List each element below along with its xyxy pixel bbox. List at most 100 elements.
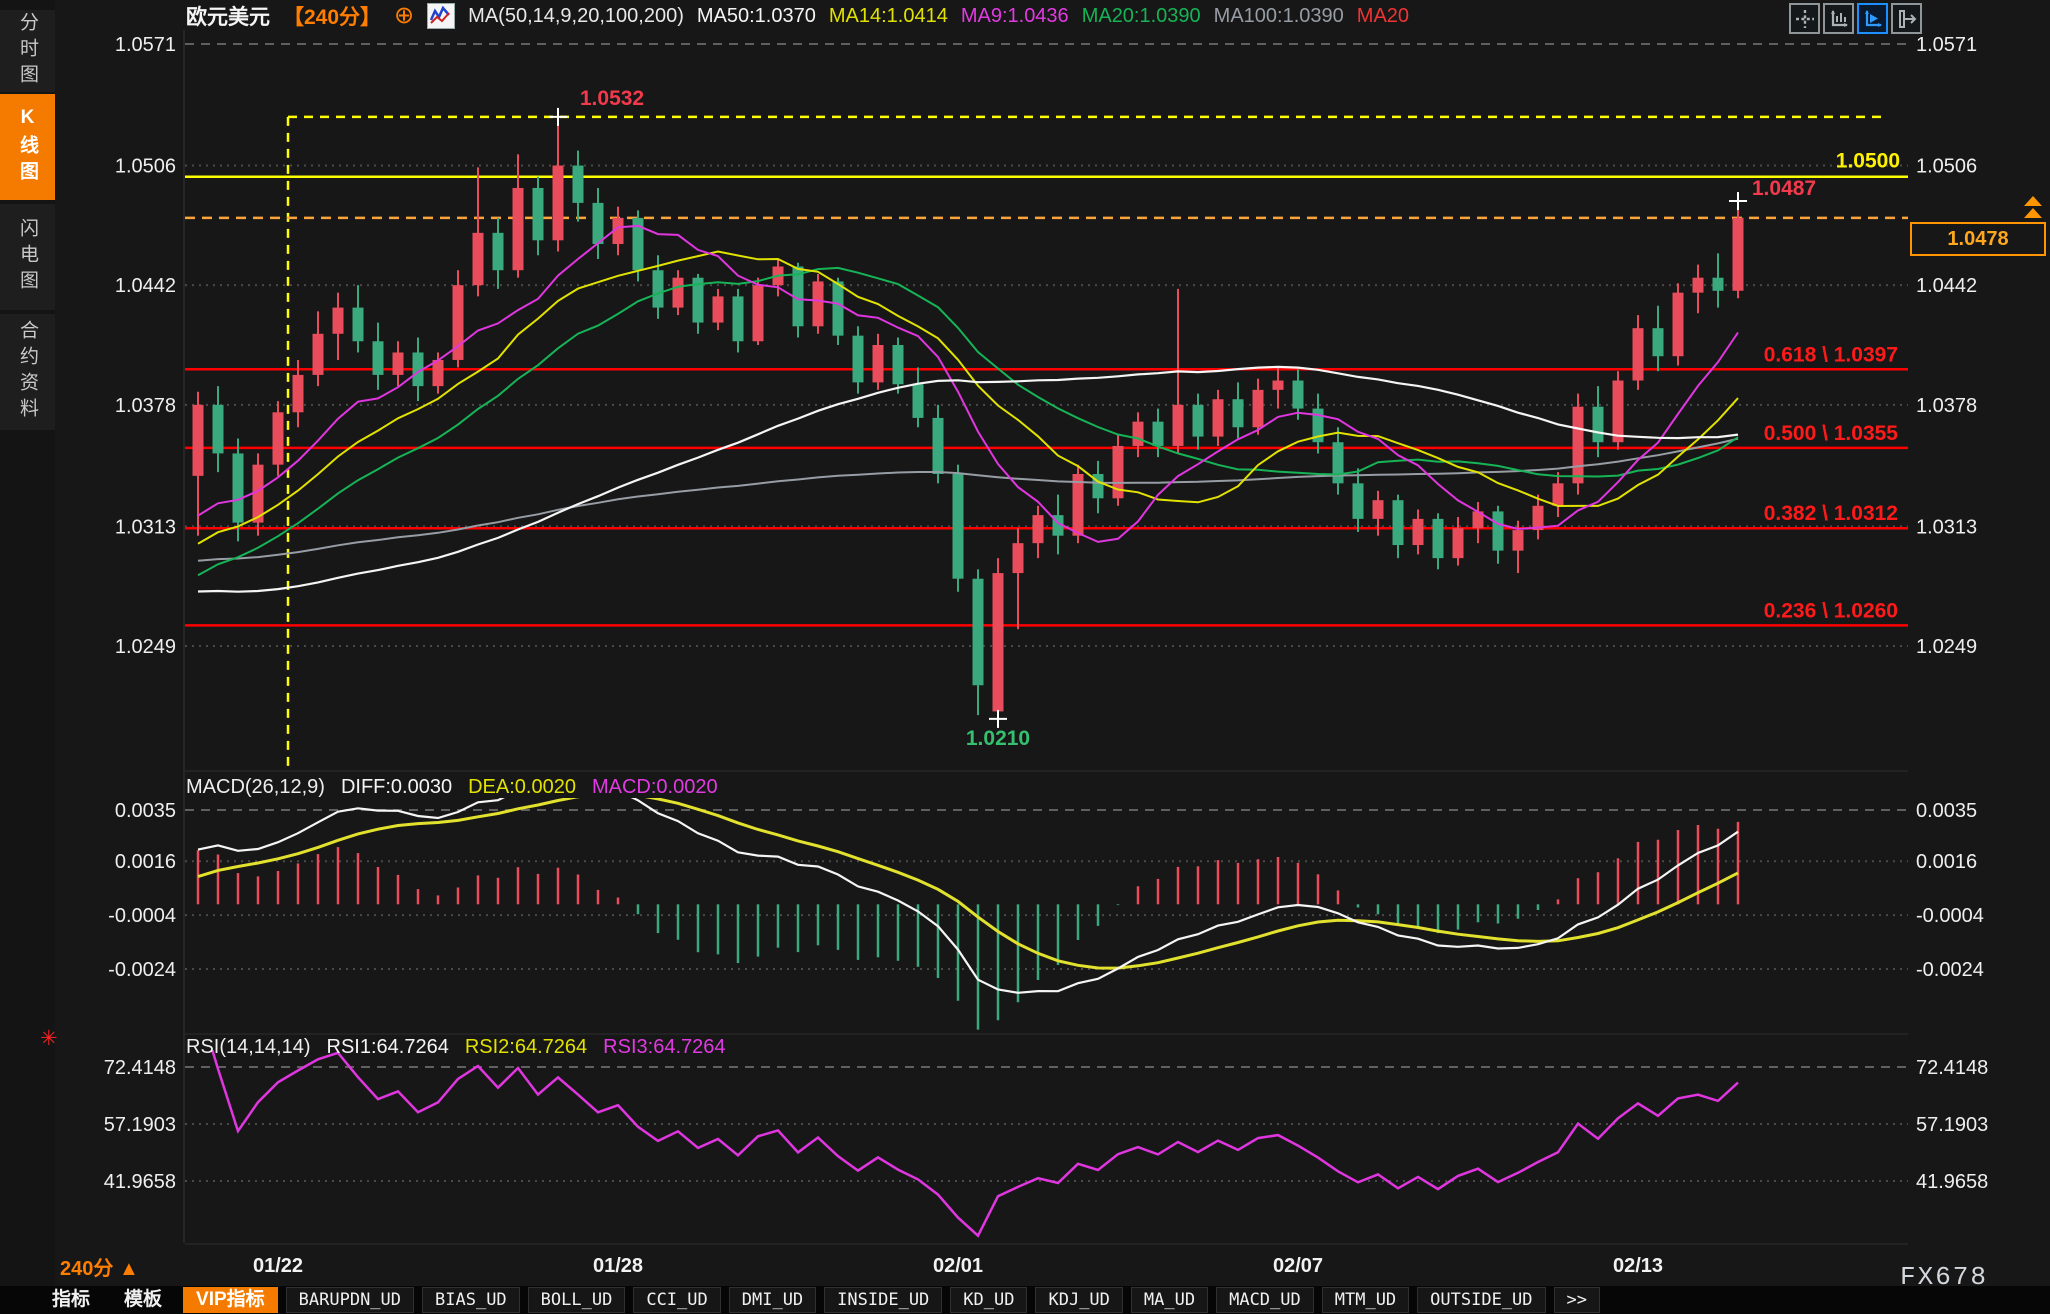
macd-axis-label-right: 0.0016 [1916, 851, 1977, 873]
candle-body [853, 336, 864, 383]
alert-icon[interactable]: ✳ [40, 1026, 58, 1051]
candle-body [1273, 381, 1284, 390]
macd-axis-label-left: -0.0024 [108, 959, 176, 981]
fib-label: 0.500 \ 1.0355 [1764, 422, 1899, 445]
footer-period-marker-icon: ▲ [119, 1258, 139, 1280]
date-axis-label: 02/07 [1273, 1255, 1323, 1277]
candle-body [473, 233, 484, 285]
rsi-axis-label-left: 57.1903 [104, 1114, 176, 1136]
candle-body [1713, 278, 1724, 291]
candle-body [573, 166, 584, 203]
price-axis-label-left: 1.0506 [115, 156, 176, 178]
tab-BARUPDN_UD[interactable]: BARUPDN_UD [286, 1287, 414, 1313]
price-axis-label-right: 1.0442 [1916, 275, 1977, 297]
tab->>[interactable]: >> [1554, 1287, 1600, 1313]
macd-axis-label-left: -0.0004 [108, 905, 176, 927]
tab-KDJ_UD[interactable]: KDJ_UD [1035, 1287, 1122, 1313]
ma100-line [198, 439, 1738, 561]
rsi1-value: RSI1:64.7264 [327, 1036, 449, 1059]
diff-line [198, 782, 1738, 993]
candle-body [1413, 519, 1424, 545]
fib-label: 0.382 \ 1.0312 [1764, 502, 1898, 525]
rsi-axis-label-right: 41.9658 [1916, 1171, 1988, 1193]
tab-DMI_UD[interactable]: DMI_UD [729, 1287, 816, 1313]
candle-body [1233, 399, 1244, 427]
date-axis-label: 02/13 [1613, 1255, 1663, 1277]
date-axis-label: 01/28 [593, 1255, 643, 1277]
price-axis-label-right: 1.0378 [1916, 395, 1977, 417]
candle-body [1653, 328, 1664, 356]
tab-指标[interactable]: 指标 [39, 1287, 103, 1313]
ma14-line [198, 252, 1738, 544]
tab-模板[interactable]: 模板 [111, 1287, 175, 1313]
tab-MA_UD[interactable]: MA_UD [1131, 1287, 1208, 1313]
rsi-axis-label-right: 72.4148 [1916, 1057, 1988, 1079]
candle-body [533, 188, 544, 240]
candle-body [1133, 422, 1144, 446]
macd-axis-label-right: -0.0024 [1916, 959, 1984, 981]
rsi-title: RSI(14,14,14) [186, 1036, 311, 1059]
fib-label: 0.236 \ 1.0260 [1764, 599, 1898, 622]
macd-dea-value: DEA:0.0020 [468, 776, 576, 799]
price-up-arrow-icon [2024, 196, 2042, 206]
candle-body [393, 352, 404, 374]
price-axis-label-left: 1.0249 [115, 636, 176, 658]
candle-body [213, 405, 224, 454]
footer-period-label: 240分 [60, 1258, 113, 1280]
fx-chart-app: 分时图 K线图 闪电图 合约资料 欧元美元 【240分】 ⊕ MA(50,14,… [0, 0, 2050, 1314]
candle-body [293, 375, 304, 412]
candle-body [1373, 500, 1384, 519]
tab-BOLL_UD[interactable]: BOLL_UD [528, 1287, 626, 1313]
tab-MTM_UD[interactable]: MTM_UD [1322, 1287, 1409, 1313]
last-high-price-label: 1.0487 [1752, 177, 1816, 200]
candle-body [493, 233, 504, 270]
tab-BIAS_UD[interactable]: BIAS_UD [422, 1287, 520, 1313]
candle-body [1153, 422, 1164, 446]
candle-body [1353, 483, 1364, 519]
tab-VIP指标[interactable]: VIP指标 [183, 1287, 278, 1313]
tab-CCI_UD[interactable]: CCI_UD [633, 1287, 720, 1313]
candle-body [1573, 407, 1584, 484]
candle-body [273, 412, 284, 464]
candle-body [333, 308, 344, 334]
candle-body [1453, 528, 1464, 558]
candle-body [373, 341, 384, 375]
candle-body [313, 334, 324, 375]
indicator-tabbar: 指标模板 VIP指标 BARUPDN_UD BIAS_UD BOLL_UD CCI_UD D… [0, 1286, 2050, 1314]
resistance-label: 1.0500 [1836, 150, 1900, 173]
candle-body [753, 285, 764, 341]
price-axis-label-right: 1.0506 [1916, 156, 1977, 178]
candle-body [1173, 405, 1184, 446]
current-price-badge: 1.0478 [1910, 222, 2046, 256]
macd-diff-value: DIFF:0.0030 [341, 776, 452, 799]
macd-axis-label-left: 0.0016 [115, 851, 176, 873]
tab-KD_UD[interactable]: KD_UD [950, 1287, 1027, 1313]
candle-body [1433, 519, 1444, 558]
macd-axis-label-left: 0.0035 [115, 800, 176, 822]
candle-body [1633, 328, 1644, 380]
candle-body [553, 166, 564, 241]
rsi-axis-label-left: 72.4148 [104, 1057, 176, 1079]
date-axis-label: 01/22 [253, 1255, 303, 1277]
chart-canvas[interactable]: 1.05711.05711.05061.05061.04421.04421.03… [0, 0, 2050, 1314]
candle-body [953, 474, 964, 579]
candle-body [1333, 442, 1344, 483]
candle-body [593, 203, 604, 244]
tab-OUTSIDE_UD[interactable]: OUTSIDE_UD [1417, 1287, 1545, 1313]
tab-MACD_UD[interactable]: MACD_UD [1216, 1287, 1314, 1313]
candle-body [1393, 500, 1404, 545]
price-axis-label-right: 1.0571 [1916, 34, 1977, 56]
footer-period-selector[interactable]: 240分 ▲ [60, 1252, 139, 1281]
candle-body [1693, 278, 1704, 293]
tab-INSIDE_UD[interactable]: INSIDE_UD [824, 1287, 942, 1313]
candle-body [1593, 407, 1604, 443]
candle-body [1253, 390, 1264, 427]
candle-body [1193, 405, 1204, 437]
candle-body [513, 188, 524, 270]
rsi-header: RSI(14,14,14) RSI1:64.7264 RSI2:64.7264 … [186, 1036, 726, 1059]
candle-body [873, 345, 884, 382]
candle-body [1013, 543, 1024, 573]
macd-axis-label-right: -0.0004 [1916, 905, 1984, 927]
price-axis-label-left: 1.0442 [115, 275, 176, 297]
candle-body [1293, 381, 1304, 409]
